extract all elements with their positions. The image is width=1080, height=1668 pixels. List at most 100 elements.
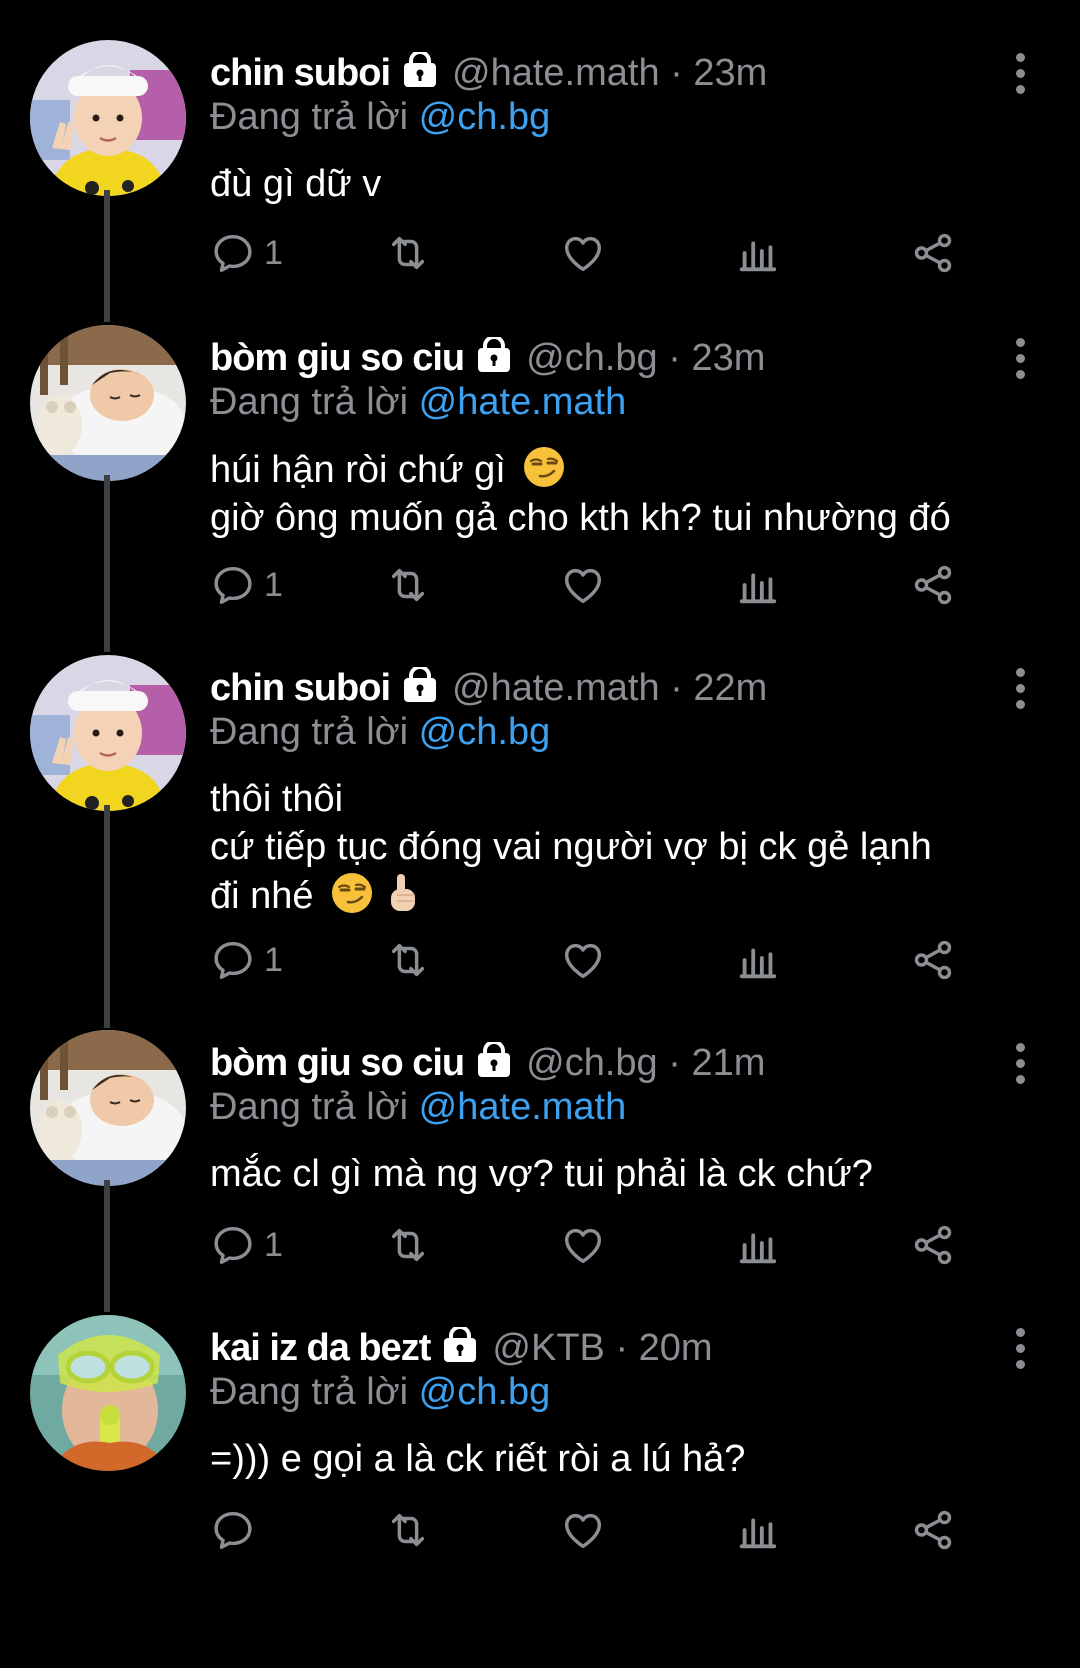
- reply-mention[interactable]: @hate.math: [419, 381, 627, 423]
- like-button[interactable]: [560, 228, 606, 278]
- share-icon: [910, 230, 956, 276]
- timestamp[interactable]: · 21m: [658, 1041, 766, 1085]
- avatar[interactable]: [30, 40, 186, 196]
- avatar[interactable]: [30, 1315, 186, 1471]
- reply-button[interactable]: [210, 1505, 264, 1555]
- thread-connector-line: [104, 190, 110, 322]
- analytics-button[interactable]: [735, 935, 781, 985]
- tweet-text-line: húi hận ròi chứ gì: [210, 445, 1030, 494]
- thread-connector-line: [104, 805, 110, 1028]
- replying-to: Đang trả lời @hate.math: [210, 1086, 626, 1129]
- reply-mention[interactable]: @hate.math: [419, 1086, 627, 1128]
- action-bar: 1: [210, 1220, 1010, 1270]
- timestamp[interactable]: · 22m: [660, 667, 767, 710]
- retweet-icon: [385, 230, 431, 276]
- more-icon[interactable]: [1000, 48, 1040, 98]
- reply-count: 1: [264, 940, 283, 979]
- share-button[interactable]: [910, 228, 956, 278]
- avatar[interactable]: [30, 325, 186, 481]
- reply-mention[interactable]: @ch.bg: [419, 96, 551, 138]
- tweet-text: =))) e gọi a là ck riết ròi a lú hả?: [210, 1438, 746, 1480]
- retweet-button[interactable]: [385, 1220, 431, 1270]
- retweet-button[interactable]: [385, 228, 431, 278]
- display-name[interactable]: chin suboi: [210, 667, 391, 710]
- reply-mention[interactable]: @ch.bg: [419, 1371, 551, 1413]
- tweet-text-line: =))) e gọi a là ck riết ròi a lú hả?: [210, 1435, 1030, 1483]
- more-icon[interactable]: [1000, 333, 1040, 383]
- tweet-text-line: giờ ông muốn gả cho kth kh? tui nhường đ…: [210, 494, 1030, 542]
- timestamp[interactable]: · 23m: [658, 337, 765, 380]
- avatar[interactable]: [30, 655, 186, 811]
- retweet-button[interactable]: [385, 935, 431, 985]
- tweet[interactable]: kai iz da bezt @KTB · 20m Đang trả lời @…: [0, 1315, 1080, 1615]
- timestamp-text: · 21m: [668, 1041, 766, 1084]
- timestamp-text: · 20m: [615, 1326, 713, 1369]
- reply-button[interactable]: 1: [210, 1220, 283, 1270]
- user-handle[interactable]: @ch.bg: [526, 337, 658, 380]
- reply-count: 1: [264, 233, 283, 272]
- tweet-text-line: thôi thôi: [210, 775, 1030, 823]
- analytics-button[interactable]: [735, 1505, 781, 1555]
- avatar[interactable]: [30, 1030, 186, 1186]
- analytics-button[interactable]: [735, 1220, 781, 1270]
- tweet-body: đù gì dữ v: [210, 160, 1030, 208]
- user-handle[interactable]: @KTB: [492, 1327, 604, 1370]
- tweet-text: đi nhé: [210, 875, 314, 917]
- tweet[interactable]: bòm giu so ciu @ch.bg · 23m Đang trả lời…: [0, 325, 1080, 625]
- display-name[interactable]: kai iz da bezt: [210, 1327, 431, 1370]
- tweet-header: chin suboi @hate.math · 22m: [210, 663, 1020, 713]
- like-button[interactable]: [560, 1220, 606, 1270]
- like-button[interactable]: [560, 560, 606, 610]
- replying-to: Đang trả lời @ch.bg: [210, 96, 550, 139]
- display-name[interactable]: bòm giu so ciu: [210, 1042, 465, 1085]
- reply-icon: [210, 1507, 256, 1553]
- timestamp-text: · 23m: [670, 51, 768, 94]
- thread-connector-line: [104, 1180, 110, 1312]
- like-icon: [560, 937, 606, 983]
- share-button[interactable]: [910, 560, 956, 610]
- tweet-header: bòm giu so ciu @ch.bg · 21m: [210, 1038, 1020, 1088]
- user-handle[interactable]: @hate.math: [452, 667, 660, 710]
- thread-connector-line: [104, 475, 110, 652]
- timestamp[interactable]: · 20m: [605, 1326, 713, 1370]
- tweet-body: mắc cl gì mà ng vợ? tui phải là ck chứ?: [210, 1150, 1030, 1198]
- replying-prefix: Đang trả lời: [210, 1371, 419, 1413]
- user-handle[interactable]: @ch.bg: [526, 1042, 658, 1085]
- share-button[interactable]: [910, 935, 956, 985]
- reply-icon: [210, 230, 256, 276]
- retweet-icon: [385, 937, 431, 983]
- reply-button[interactable]: 1: [210, 228, 283, 278]
- reply-icon: [210, 1222, 256, 1268]
- replying-to: Đang trả lời @ch.bg: [210, 1371, 550, 1414]
- tweet[interactable]: chin suboi @hate.math · 22m Đang trả lời…: [0, 655, 1080, 979]
- tweet-body: thôi thôi cứ tiếp tục đóng vai người vợ …: [210, 775, 1030, 920]
- more-icon[interactable]: [1000, 1323, 1040, 1373]
- tweet[interactable]: chin suboi @hate.math · 23m Đang trả lời…: [0, 40, 1080, 340]
- like-icon: [560, 1507, 606, 1553]
- reply-mention[interactable]: @ch.bg: [419, 711, 551, 753]
- reply-button[interactable]: 1: [210, 560, 283, 610]
- like-button[interactable]: [560, 935, 606, 985]
- like-button[interactable]: [560, 1505, 606, 1555]
- reply-button[interactable]: 1: [210, 935, 283, 985]
- retweet-button[interactable]: [385, 1505, 431, 1555]
- tweet-text: giờ ông muốn gả cho kth kh? tui nhường đ…: [210, 497, 951, 539]
- share-button[interactable]: [910, 1505, 956, 1555]
- tweet-header: bòm giu so ciu @ch.bg · 23m: [210, 333, 1020, 383]
- timestamp[interactable]: · 23m: [660, 51, 768, 95]
- display-name[interactable]: bòm giu so ciu: [210, 337, 465, 380]
- reply-icon: [210, 562, 256, 608]
- share-button[interactable]: [910, 1220, 956, 1270]
- replying-prefix: Đang trả lời: [210, 381, 419, 423]
- retweet-button[interactable]: [385, 560, 431, 610]
- tweet[interactable]: bòm giu so ciu @ch.bg · 21m Đang trả lời…: [0, 1030, 1080, 1330]
- analytics-icon: [735, 1507, 781, 1553]
- analytics-icon: [735, 230, 781, 276]
- analytics-button[interactable]: [735, 560, 781, 610]
- tweet-text-line: đù gì dữ v: [210, 160, 1030, 208]
- display-name[interactable]: chin suboi: [210, 52, 391, 95]
- more-icon[interactable]: [1000, 1038, 1040, 1088]
- analytics-button[interactable]: [735, 228, 781, 278]
- more-icon[interactable]: [1000, 663, 1040, 713]
- user-handle[interactable]: @hate.math: [452, 52, 660, 95]
